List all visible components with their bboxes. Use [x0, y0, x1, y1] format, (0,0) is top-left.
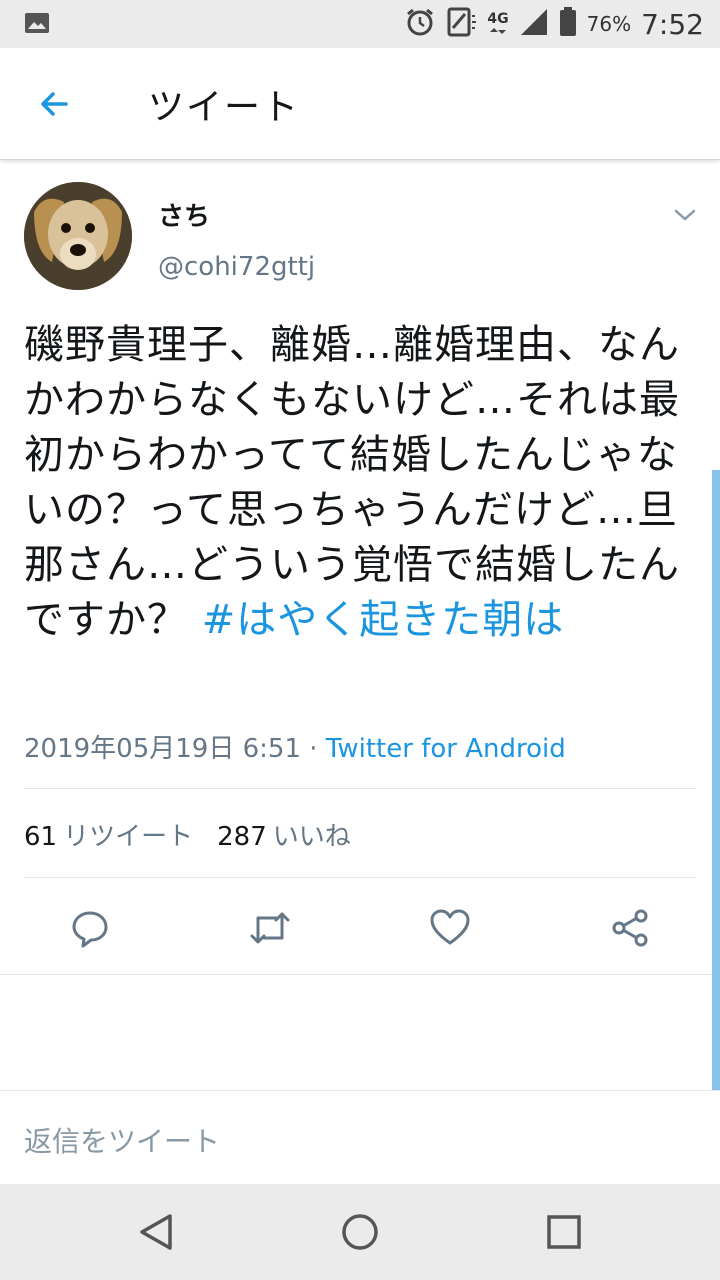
meta-separator: · — [301, 734, 326, 764]
tweet-meta: 2019年05月19日 6:51 · Twitter for Android — [24, 728, 566, 765]
avatar[interactable] — [24, 182, 132, 290]
back-button[interactable] — [28, 78, 80, 130]
clock: 7:52 — [641, 7, 704, 41]
app-header: ツイート — [0, 48, 720, 160]
retweet-label: リツイート — [63, 822, 194, 852]
share-icon — [612, 909, 648, 947]
timestamp: 2019年05月19日 6:51 — [24, 734, 301, 764]
battery-icon — [559, 7, 577, 41]
like-icon — [430, 909, 470, 945]
network-label: 4G — [487, 11, 509, 27]
retweet-button[interactable] — [248, 906, 292, 950]
source-link[interactable]: Twitter for Android — [326, 734, 566, 764]
status-bar: 4G 76% 7:52 — [0, 0, 720, 48]
share-button[interactable] — [608, 906, 652, 950]
back-triangle-icon — [140, 1214, 172, 1250]
home-circle-icon — [342, 1214, 378, 1250]
system-nav-bar — [0, 1184, 720, 1280]
display-name[interactable]: さち — [158, 196, 210, 233]
nav-home-button[interactable] — [336, 1208, 384, 1256]
retweet-count: 61 — [24, 822, 58, 852]
tweet-text: 磯野貴理子、離婚…離婚理由、なんかわからなくもないけど…それは最初からわかってて… — [24, 318, 704, 648]
image-icon — [24, 12, 50, 34]
tweet-body: 磯野貴理子、離婚…離婚理由、なんかわからなくもないけど…それは最初からわかってて… — [24, 322, 680, 643]
signal-icon — [519, 7, 549, 41]
recents-square-icon — [547, 1215, 581, 1249]
like-label: いいね — [272, 822, 351, 852]
hashtag-link[interactable]: #はやく起きた朝は — [202, 597, 565, 643]
nav-recents-button[interactable] — [540, 1208, 588, 1256]
nav-back-button[interactable] — [132, 1208, 180, 1256]
divider — [24, 877, 696, 878]
more-options-button[interactable] — [670, 200, 700, 230]
user-handle[interactable]: @cohi72gttj — [158, 252, 315, 282]
reply-button[interactable] — [68, 906, 112, 950]
retweet-icon — [250, 912, 290, 944]
like-count: 287 — [217, 822, 267, 852]
divider — [0, 974, 720, 975]
network-type: 4G — [487, 11, 509, 36]
chevron-down-icon — [674, 209, 696, 221]
retweet-stat[interactable]: 61 リツイート — [24, 822, 193, 852]
reply-icon — [72, 911, 108, 948]
like-button[interactable] — [428, 906, 472, 950]
alarm-icon — [405, 7, 435, 41]
status-icons: 4G 76% 7:52 — [405, 0, 704, 48]
battery-percent: 76% — [586, 12, 632, 36]
reply-input[interactable]: 返信をツイート — [24, 1120, 220, 1160]
like-stat[interactable]: 287 いいね — [217, 822, 351, 852]
vibrate-icon — [445, 6, 477, 42]
scrollbar[interactable] — [712, 470, 720, 1090]
arrow-left-icon — [41, 92, 68, 116]
divider — [24, 788, 696, 789]
page-title: ツイート — [148, 87, 301, 128]
tweet-stats: 61 リツイート 287 いいね — [24, 816, 351, 853]
